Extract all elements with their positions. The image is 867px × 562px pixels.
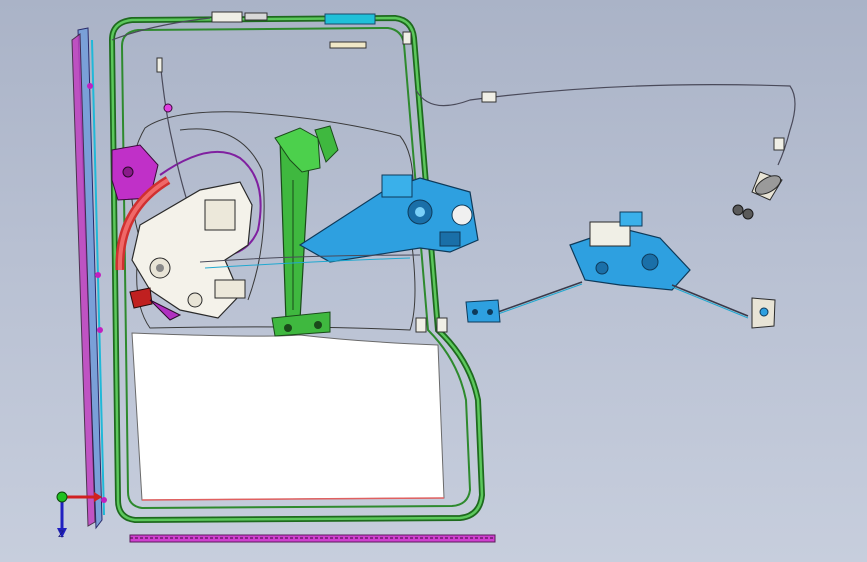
lock-cylinder[interactable] xyxy=(732,171,784,220)
exterior-handle-cable[interactable] xyxy=(415,84,796,166)
door-sill-strip[interactable] xyxy=(129,534,496,543)
frame-clips xyxy=(415,317,448,333)
exploded-lock-mechanism[interactable] xyxy=(569,211,691,291)
triad-z-label: Z xyxy=(58,530,65,540)
cad-viewport[interactable] xyxy=(0,0,867,562)
door-edge-seal[interactable] xyxy=(71,27,107,530)
window-motor[interactable] xyxy=(298,174,479,263)
door-control-cables xyxy=(199,254,421,269)
exploded-rod-linkages[interactable] xyxy=(465,281,776,329)
window-glass[interactable] xyxy=(131,332,445,501)
door-lock-module[interactable] xyxy=(129,181,253,321)
